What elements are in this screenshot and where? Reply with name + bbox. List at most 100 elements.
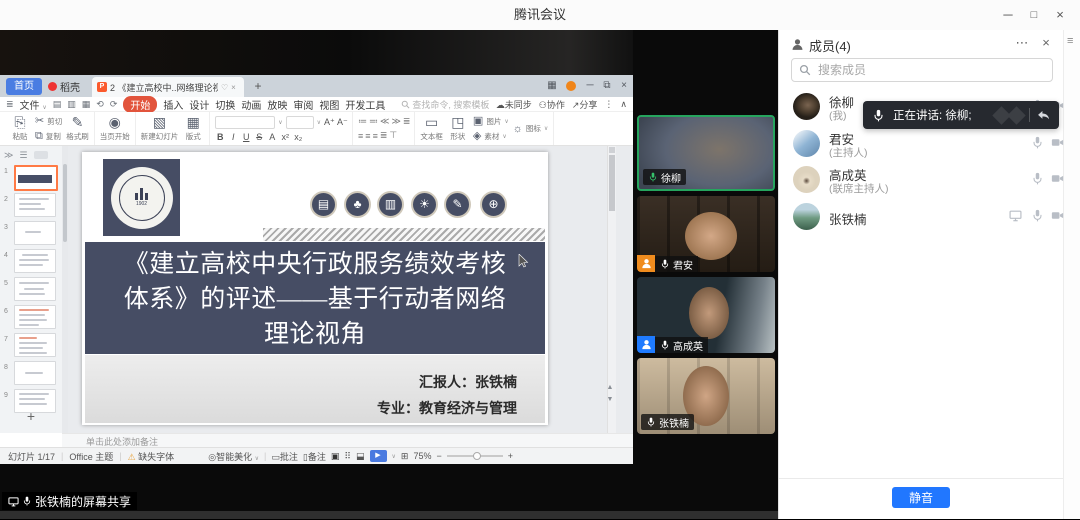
file-menu[interactable]: 文件 ∨ <box>20 97 47 112</box>
wps-document-tab[interactable]: P 2 《建立高校中..网络理论视角 ♡ × <box>92 77 244 97</box>
wps-close-icon[interactable]: × <box>616 79 632 93</box>
increase-font-icon[interactable]: A⁺ <box>324 117 334 128</box>
beautify-button[interactable]: ◎智能美化 ∨ <box>208 450 259 463</box>
copy-button[interactable]: ⧉复制 <box>35 130 62 142</box>
member-search[interactable] <box>791 58 1053 82</box>
icon-lib-button[interactable]: ☼图标∨ <box>513 123 549 135</box>
outdent-icon[interactable]: ≪ <box>380 116 388 127</box>
video-tile-xuliu[interactable]: 徐柳 <box>637 115 775 191</box>
new-slide-button[interactable]: ▧新建幻灯片 <box>141 115 179 142</box>
panel-scroll-thumb[interactable] <box>63 164 67 242</box>
panel-mode-toggle[interactable] <box>34 151 48 159</box>
save-icon[interactable]: ▤ <box>53 99 62 110</box>
ribbon-tab-transition[interactable]: 切换 <box>215 97 235 112</box>
mic-icon[interactable] <box>1031 209 1044 222</box>
print-icon[interactable]: ▦ <box>82 99 91 110</box>
bold-button[interactable]: B <box>215 132 225 142</box>
close-icon[interactable]: × <box>1046 0 1074 30</box>
align-right-icon[interactable]: ≡ <box>373 131 377 141</box>
tab-close-icon[interactable]: × <box>231 83 236 92</box>
next-slide-icon[interactable]: ▼ <box>604 396 616 403</box>
wps-restore-icon[interactable]: ⧉ <box>599 79 615 93</box>
normal-view-icon[interactable]: ▣ <box>331 451 340 462</box>
zoom-out-icon[interactable]: − <box>436 451 441 461</box>
material-button[interactable]: ◈素材∨ <box>473 130 509 142</box>
sorter-view-icon[interactable]: ⠿ <box>344 451 351 462</box>
ribbon-tab-home[interactable]: 开始 <box>123 96 157 113</box>
close-panel-icon[interactable]: × <box>1037 35 1055 50</box>
search-input[interactable] <box>791 58 1053 82</box>
wps-docer-tab[interactable]: 稻壳 <box>48 78 80 95</box>
panel-menu-icon[interactable]: ≡ <box>1067 35 1073 47</box>
mute-button[interactable]: 静音 <box>892 487 950 508</box>
new-tab-button[interactable]: + <box>250 77 266 95</box>
cut-button[interactable]: ✂剪切 <box>35 115 62 127</box>
camera-icon[interactable] <box>1051 136 1064 149</box>
undo-icon[interactable]: ⟲ <box>96 99 104 110</box>
indent-icon[interactable]: ≫ <box>391 116 399 127</box>
slideshow-play-button[interactable]: ▶ <box>370 450 387 462</box>
number-list-icon[interactable]: ≕ <box>369 116 377 127</box>
slide-thumb-2[interactable]: 2 <box>0 192 62 218</box>
favorite-icon[interactable]: ♡ <box>221 83 228 92</box>
share-button[interactable]: ↗分享 <box>572 98 598 111</box>
screen-share-icon[interactable] <box>1009 209 1022 222</box>
mic-icon[interactable] <box>1031 172 1044 185</box>
member-row-zhangtienan[interactable]: 张铁楠 <box>779 200 1063 234</box>
maximize-icon[interactable]: □ <box>1020 0 1048 30</box>
zoom-slider-knob[interactable] <box>473 452 481 460</box>
mic-icon[interactable] <box>1031 136 1044 149</box>
ribbon-tab-review[interactable]: 审阅 <box>293 97 313 112</box>
prev-slide-icon[interactable]: ▲ <box>604 384 616 391</box>
slide-canvas[interactable]: 1902 ▤ ♣ ▥ ☀ ✎ ⊕ 《建立高校中央行政服务绩效考核 体系》的评述—… <box>82 152 548 425</box>
comment-button[interactable]: ▭批注 <box>271 450 298 463</box>
video-tile-zhangtienan[interactable]: 张铁楠 <box>637 358 775 434</box>
zoom-level[interactable]: 75% <box>413 451 431 461</box>
fit-window-icon[interactable]: ⊞ <box>401 451 409 462</box>
camera-icon[interactable] <box>1051 172 1064 185</box>
theme-name[interactable]: Office 主题 <box>69 450 113 463</box>
notes-strip[interactable]: 单击此处添加备注 <box>62 433 633 448</box>
wps-home-tab[interactable]: 首页 <box>6 78 42 95</box>
justify-icon[interactable]: ≣ <box>380 130 387 141</box>
decrease-font-icon[interactable]: A⁻ <box>337 117 347 128</box>
layout-button[interactable]: ▦版式 <box>182 115 204 142</box>
reading-view-icon[interactable]: ⬓ <box>356 451 365 462</box>
ribbon-tab-slideshow[interactable]: 放映 <box>267 97 287 112</box>
superscript-button[interactable]: x² <box>280 132 290 142</box>
font-color-button[interactable]: A <box>267 132 277 142</box>
sync-status[interactable]: ☁未同步 <box>496 98 532 111</box>
italic-button[interactable]: I <box>228 132 238 142</box>
play-from-current-button[interactable]: ◉当页开始 <box>100 115 130 142</box>
minimize-icon[interactable]: ─ <box>994 0 1022 30</box>
underline-button[interactable]: U <box>241 132 251 142</box>
ribbon-tab-animation[interactable]: 动画 <box>241 97 261 112</box>
member-row-gaochengying[interactable]: 高成英 (联席主持人) <box>779 163 1063 197</box>
paste-button[interactable]: ⎘粘贴 <box>9 115 31 142</box>
more-icon[interactable]: ⋮ <box>604 99 613 110</box>
collapse-ribbon-icon[interactable]: ∧ <box>620 99 627 110</box>
line-spacing-icon[interactable]: ≣ <box>403 116 410 127</box>
align-center-icon[interactable]: ≡ <box>365 131 369 141</box>
font-size-select[interactable] <box>286 116 314 129</box>
wps-minimize-icon[interactable]: ─ <box>582 79 598 93</box>
video-tile-gaochengying[interactable]: 高成英 <box>637 277 775 353</box>
slide-thumb-5[interactable]: 5 <box>0 276 62 302</box>
add-slide-button[interactable]: + <box>0 408 62 424</box>
slide-thumb-6[interactable]: 6 <box>0 304 62 330</box>
collab-button[interactable]: ⚇协作 <box>539 98 565 111</box>
missing-fonts[interactable]: ⚠ 缺失字体 <box>128 450 175 463</box>
font-name-select[interactable] <box>215 116 275 129</box>
format-painter-button[interactable]: ✎格式刷 <box>66 115 89 142</box>
slide-thumb-7[interactable]: 7 <box>0 332 62 358</box>
zoom-in-icon[interactable]: + <box>508 451 513 461</box>
camera-icon[interactable] <box>1051 209 1064 222</box>
collapse-panel-icon[interactable]: ≫ <box>4 150 13 161</box>
ribbon-tab-view[interactable]: 视图 <box>319 97 339 112</box>
strikethrough-button[interactable]: S <box>254 132 264 142</box>
align-left-icon[interactable]: ≡ <box>358 131 362 141</box>
slide-thumb-8[interactable]: 8 <box>0 360 62 386</box>
redo-icon[interactable]: ⟳ <box>110 99 118 110</box>
text-box-button[interactable]: ▭文本框 <box>420 115 443 142</box>
command-search[interactable]: 查找命令, 搜索模板 <box>401 98 489 111</box>
